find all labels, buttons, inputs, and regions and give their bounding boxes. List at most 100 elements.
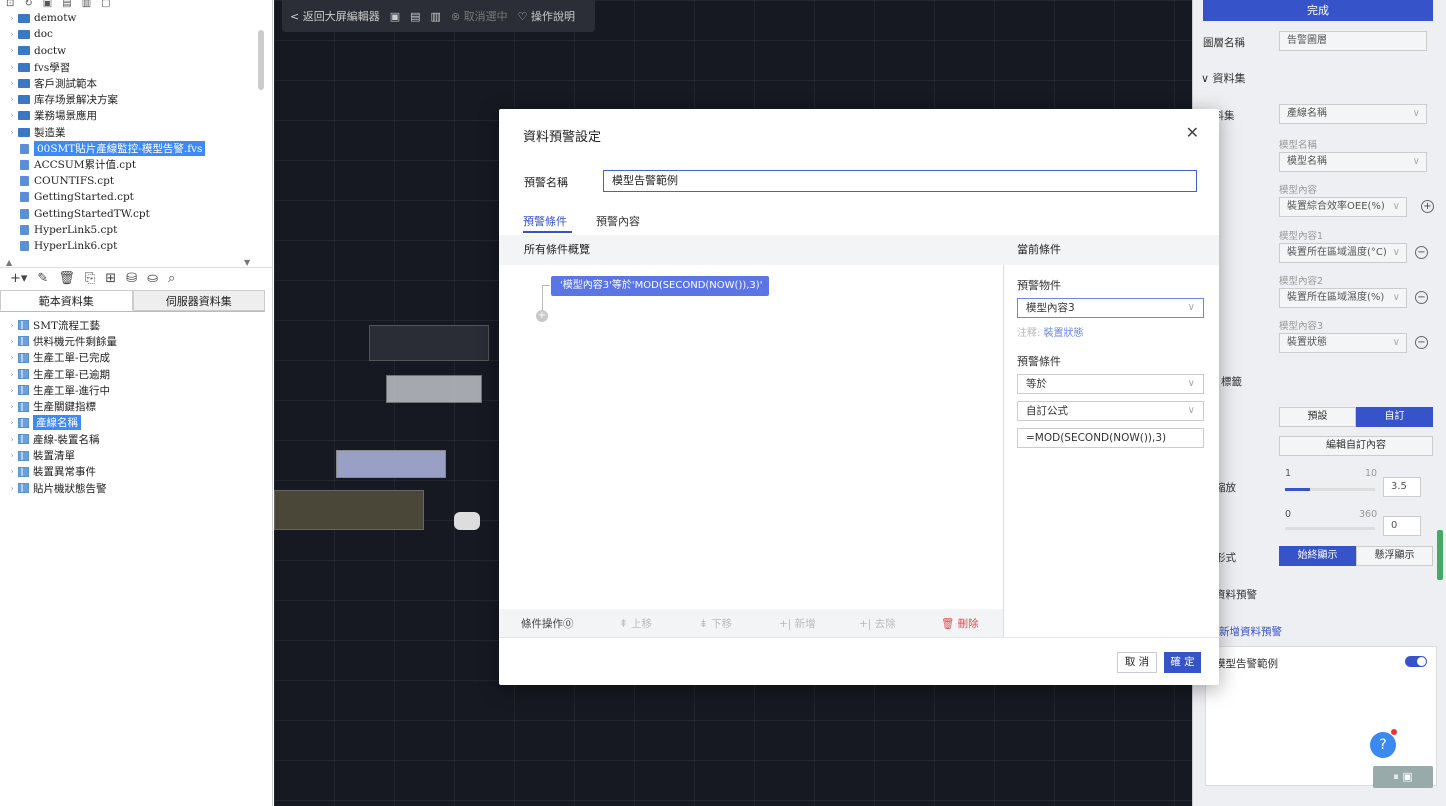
screenshot-icon[interactable]: ▣ xyxy=(1402,770,1412,783)
tab-warn-condition[interactable]: 預警條件 xyxy=(523,213,567,229)
db-icon[interactable]: ⛁ xyxy=(126,271,137,286)
expand-arrow-icon[interactable]: › xyxy=(6,370,18,379)
angle-slider[interactable] xyxy=(1285,527,1375,530)
layer2-icon[interactable]: ▤ xyxy=(410,10,420,23)
tree-folder-item[interactable]: › 製造業 xyxy=(6,124,256,140)
dataset-item[interactable]: › 生產關鍵指標 xyxy=(6,398,256,414)
tree-folder-item[interactable]: › 库存场景解决方案 xyxy=(6,91,256,107)
dataset-item[interactable]: › 生產工單-已完成 xyxy=(6,350,256,366)
pause-icon[interactable]: ⏸ xyxy=(1393,770,1399,783)
model-content2-select[interactable]: 裝置所在區域濕度(%) ∨ xyxy=(1279,288,1407,308)
formula-type-select[interactable]: 自訂公式 ∨ xyxy=(1017,401,1204,421)
operator-select[interactable]: 等於 ∨ xyxy=(1017,374,1204,394)
tree-file-item[interactable]: ACCSUM累计值.cpt xyxy=(6,157,256,173)
refresh-icon[interactable]: ↻ xyxy=(24,0,32,10)
model-content-select[interactable]: 裝置綜合效率OEE(%) ∨ xyxy=(1279,197,1407,217)
dataset-item[interactable]: › 生產工單-進行中 xyxy=(6,382,256,398)
tree-folder-item[interactable]: › doc xyxy=(6,26,256,42)
tree-file-item[interactable]: HyperLink5.cpt xyxy=(6,222,256,238)
dataset-item[interactable]: › 貼片機狀態告警 xyxy=(6,480,256,496)
add-content-icon[interactable]: + xyxy=(1421,200,1434,213)
add-dataset-icon[interactable]: +▾ xyxy=(10,271,27,286)
file-tree-scrollbar[interactable] xyxy=(258,30,264,90)
formula-input[interactable]: =MOD(SECOND(NOW()),3) xyxy=(1017,428,1204,448)
save-icon[interactable]: ▣ xyxy=(43,0,52,10)
remove-content-icon[interactable]: − xyxy=(1415,246,1428,259)
model-content3-select[interactable]: 裝置狀態 ∨ xyxy=(1279,333,1407,353)
expand-arrow-icon[interactable]: › xyxy=(6,46,18,55)
dataset-item[interactable]: › 裝置清單 xyxy=(6,447,256,463)
expand-arrow-icon[interactable]: › xyxy=(6,111,18,120)
tree-folder-item[interactable]: › 客戶測試範本 xyxy=(6,75,256,91)
table-icon[interactable]: ⊞ xyxy=(105,271,116,286)
expand-arrow-icon[interactable]: › xyxy=(6,63,18,72)
dataset-section-header[interactable]: ∨ 資料集 xyxy=(1201,70,1246,86)
hover-show-button[interactable]: 懸浮顯示 xyxy=(1356,546,1433,566)
remove-content-icon[interactable]: − xyxy=(1415,291,1428,304)
expand-arrow-icon[interactable]: › xyxy=(6,79,18,88)
move-down-button[interactable]: ⇟ 下移 xyxy=(699,616,732,631)
help-button[interactable]: ♡ 操作說明 xyxy=(518,8,575,24)
expand-arrow-icon[interactable]: › xyxy=(6,402,18,411)
layer-icon[interactable]: ▣ xyxy=(390,10,400,23)
trash-icon[interactable]: ▥ xyxy=(82,0,91,10)
dataset-item[interactable]: › 裝置異常事件 xyxy=(6,464,256,480)
condition-chip[interactable]: '模型內容3'等於'MOD(SECOND(NOW()),3)' xyxy=(551,276,769,296)
expand-arrow-icon[interactable]: › xyxy=(6,95,18,104)
remove-button[interactable]: +| 去除 xyxy=(859,616,896,631)
warn-name-input[interactable]: 模型告警範例 xyxy=(603,170,1197,192)
tree-folder-item[interactable]: › doctw xyxy=(6,43,256,59)
tab-template-dataset[interactable]: 範本資料集 xyxy=(0,290,133,311)
tree-folder-item[interactable]: › demotw xyxy=(6,10,256,26)
expand-arrow-icon[interactable]: › xyxy=(6,386,18,395)
preset-button[interactable]: 預設 xyxy=(1279,407,1356,427)
collapse-down-icon[interactable]: ▼ xyxy=(244,258,250,267)
tree-file-item[interactable]: HyperLink6.cpt xyxy=(6,238,256,254)
edit-custom-button[interactable]: 編輯自訂內容 xyxy=(1279,436,1433,456)
edit-icon[interactable]: ✎ xyxy=(37,271,48,286)
copy-icon[interactable]: ▢ xyxy=(101,0,110,10)
add-condition-icon[interactable]: + xyxy=(536,310,548,322)
close-icon[interactable]: ✕ xyxy=(1186,123,1199,142)
tree-file-item[interactable]: 00SMT貼片產線監控-模型告警.fvs xyxy=(6,140,256,157)
dataset-item[interactable]: › 產線名稱 xyxy=(6,415,256,431)
remove-content-icon[interactable]: − xyxy=(1415,336,1428,349)
trash-icon[interactable]: 🗑 xyxy=(58,271,75,286)
back-to-editor-button[interactable]: < 返回大屏編輯器 xyxy=(290,8,380,24)
dataset-item[interactable]: › 產線-裝置名稱 xyxy=(6,431,256,447)
scale-input[interactable]: 3.5 xyxy=(1383,477,1421,497)
dataset-item[interactable]: › 生產工單-已逾期 xyxy=(6,366,256,382)
expand-arrow-icon[interactable]: › xyxy=(6,128,18,137)
side-handle[interactable] xyxy=(1437,530,1443,580)
expand-arrow-icon[interactable]: › xyxy=(6,418,18,427)
ok-button[interactable]: 確 定 xyxy=(1164,652,1201,673)
add-warn-link[interactable]: 新增資料預警 xyxy=(1219,624,1282,639)
collapse-up-icon[interactable]: ▲ xyxy=(6,258,12,267)
tree-file-item[interactable]: GettingStartedTW.cpt xyxy=(6,206,256,222)
splitter[interactable]: ▲ ▼ xyxy=(0,258,273,268)
tree-file-item[interactable]: GettingStarted.cpt xyxy=(6,189,256,205)
expand-arrow-icon[interactable]: › xyxy=(6,435,18,444)
expand-arrow-icon[interactable]: › xyxy=(6,467,18,476)
expand-arrow-icon[interactable]: › xyxy=(6,30,18,39)
image-icon[interactable]: ▤ xyxy=(62,0,71,10)
dataset-item[interactable]: › SMT流程工藝 xyxy=(6,317,256,333)
expand-arrow-icon[interactable]: › xyxy=(6,451,18,460)
tab-server-dataset[interactable]: 伺服器資料集 xyxy=(132,290,265,311)
expand-arrow-icon[interactable]: › xyxy=(6,14,18,23)
tree-folder-item[interactable]: › 業務場景應用 xyxy=(6,108,256,124)
expand-arrow-icon[interactable]: › xyxy=(6,353,18,362)
layer-name-input[interactable]: 告警圖層 xyxy=(1279,31,1427,51)
cancel-select-button[interactable]: ⊗ 取消選中 xyxy=(451,8,508,24)
tab-warn-content[interactable]: 預警內容 xyxy=(596,213,640,229)
dataset-select[interactable]: 產線名稱 ∨ xyxy=(1279,104,1427,124)
move-up-button[interactable]: ⇞ 上移 xyxy=(619,616,652,631)
help-badge[interactable]: ? xyxy=(1370,732,1396,758)
angle-input[interactable]: 0 xyxy=(1383,516,1421,536)
add-button[interactable]: +| 新增 xyxy=(779,616,816,631)
model-name-select[interactable]: 模型名稱 ∨ xyxy=(1279,152,1427,172)
done-button[interactable]: 完成 xyxy=(1203,0,1433,21)
cancel-button[interactable]: 取 消 xyxy=(1117,652,1157,673)
search-icon[interactable]: ⌕ xyxy=(168,271,175,286)
expand-arrow-icon[interactable]: › xyxy=(6,484,18,493)
